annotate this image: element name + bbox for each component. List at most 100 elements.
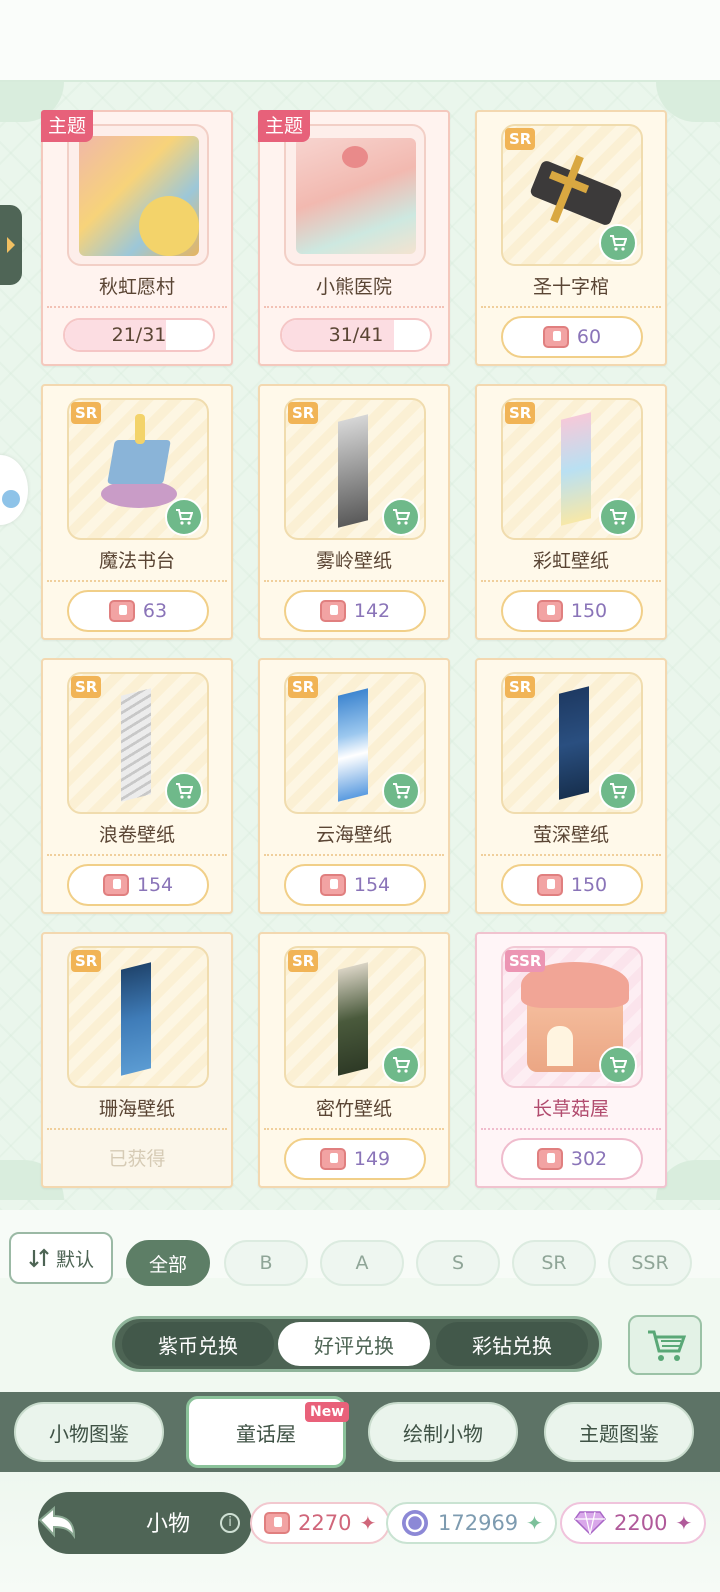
cart-icon[interactable]: [165, 772, 203, 810]
price-button[interactable]: 302: [501, 1138, 643, 1180]
item-name: 雾岭壁纸: [315, 550, 392, 572]
sort-icon: [29, 1248, 49, 1268]
item-card[interactable]: SR 魔法书台 63: [41, 384, 233, 640]
thumb-up-coupon-icon: [319, 1148, 346, 1170]
add-icon[interactable]: ✦: [359, 1511, 376, 1535]
currency-value: 172969: [438, 1511, 519, 1535]
price-button[interactable]: 149: [284, 1138, 426, 1180]
item-name: 彩虹壁纸: [532, 550, 609, 572]
diamond-icon: [574, 1511, 606, 1536]
rarity-tag: SR: [71, 950, 102, 972]
cart-icon[interactable]: [599, 772, 637, 810]
price-button[interactable]: 150: [501, 590, 643, 632]
thumb-up-coupon-icon: [319, 874, 346, 896]
item-card-ssr[interactable]: SSR 长草菇屋 302: [475, 932, 667, 1188]
currency-value: 2270: [298, 1511, 352, 1535]
thumb-up-coupon-icon: [536, 600, 563, 622]
rarity-tag: SR: [288, 402, 319, 424]
rarity-tag: SR: [71, 402, 102, 424]
add-icon[interactable]: ✦: [526, 1511, 543, 1535]
collection-progress-bar: 31/41: [280, 318, 432, 352]
item-thumbnail: [67, 124, 209, 266]
price-button[interactable]: 150: [501, 864, 643, 906]
thumb-up-coupon-icon: [542, 326, 569, 348]
item-name: 云海壁纸: [315, 824, 392, 846]
currency-value: 2200: [614, 1511, 668, 1535]
price-value: 154: [136, 874, 174, 896]
item-card[interactable]: SR 彩虹壁纸 150: [475, 384, 667, 640]
currency-thumb-up[interactable]: 2270 ✦: [250, 1502, 391, 1544]
purple-coin-icon: [402, 1510, 428, 1536]
thumb-up-coupon-icon: [102, 874, 129, 896]
cart-icon[interactable]: [382, 772, 420, 810]
cart-icon[interactable]: [382, 1046, 420, 1084]
item-name: 萤深壁纸: [532, 824, 609, 846]
price-value: 63: [142, 600, 168, 622]
price-value: 154: [353, 874, 391, 896]
tab-theme-catalog[interactable]: 主题图鉴: [544, 1402, 694, 1462]
rarity-tag: SR: [288, 676, 319, 698]
theme-tag: 主题: [41, 110, 94, 142]
price-value: 150: [570, 874, 608, 896]
cart-icon[interactable]: [165, 498, 203, 536]
item-name: 魔法书台: [98, 550, 175, 572]
thumb-up-coupon-icon: [319, 600, 346, 622]
filter-a[interactable]: A: [320, 1240, 404, 1286]
item-card[interactable]: SR 密竹壁纸 149: [258, 932, 450, 1188]
tab-diamond-exchange[interactable]: 彩钻兑换: [436, 1322, 588, 1366]
rarity-tag: SR: [71, 676, 102, 698]
shopping-cart-icon: [648, 1330, 686, 1361]
rarity-tag: SR: [505, 128, 536, 150]
item-card-owned[interactable]: SR 珊海壁纸 已获得: [41, 932, 233, 1188]
item-name: 秋虹愿村: [98, 276, 175, 298]
price-button[interactable]: 154: [284, 864, 426, 906]
thumb-up-coupon-icon: [264, 1512, 290, 1534]
filter-sr[interactable]: SR: [512, 1240, 596, 1286]
item-name: 珊海壁纸: [98, 1098, 175, 1120]
price-value: 142: [353, 600, 391, 622]
price-button[interactable]: 142: [284, 590, 426, 632]
item-name: 密竹壁纸: [315, 1098, 392, 1120]
filter-b[interactable]: B: [224, 1240, 308, 1286]
price-value: 149: [353, 1148, 391, 1170]
progress-text: 31/41: [328, 324, 384, 346]
cart-icon[interactable]: [599, 1046, 637, 1084]
progress-text: 21/31: [111, 324, 167, 346]
cart-icon[interactable]: [382, 498, 420, 536]
item-card[interactable]: SR 萤深壁纸 150: [475, 658, 667, 914]
back-arrow-icon[interactable]: [34, 1502, 78, 1544]
item-card[interactable]: SR 浪卷壁纸 154: [41, 658, 233, 914]
currency-diamond[interactable]: 2200 ✦: [560, 1502, 707, 1544]
price-button[interactable]: 63: [67, 590, 209, 632]
item-name: 长草菇屋: [532, 1098, 609, 1120]
filter-ssr[interactable]: SSR: [608, 1240, 692, 1286]
currency-purple-coin[interactable]: 172969 ✦: [386, 1502, 557, 1544]
shopping-cart-button[interactable]: [628, 1315, 702, 1375]
tab-draw-item[interactable]: 绘制小物: [368, 1402, 518, 1462]
filter-all[interactable]: 全部: [126, 1240, 210, 1286]
thumb-up-coupon-icon: [108, 600, 135, 622]
rarity-tag: SR: [288, 950, 319, 972]
owned-status: 已获得: [108, 1148, 166, 1170]
price-value: 150: [570, 600, 608, 622]
item-card[interactable]: SR 云海壁纸 154: [258, 658, 450, 914]
tab-review-exchange[interactable]: 好评兑换: [278, 1322, 430, 1366]
item-card[interactable]: SR 圣十字棺 60: [475, 110, 667, 366]
cart-icon[interactable]: [599, 498, 637, 536]
item-card[interactable]: SR 雾岭壁纸 142: [258, 384, 450, 640]
tab-item-catalog[interactable]: 小物图鉴: [14, 1402, 164, 1462]
sort-button[interactable]: 默认: [9, 1232, 113, 1284]
info-icon[interactable]: i: [220, 1513, 240, 1533]
price-button[interactable]: 154: [67, 864, 209, 906]
price-button[interactable]: 60: [501, 316, 643, 358]
filter-s[interactable]: S: [416, 1240, 500, 1286]
price-value: 302: [570, 1148, 608, 1170]
item-name: 小熊医院: [315, 276, 392, 298]
add-icon[interactable]: ✦: [675, 1511, 692, 1535]
cart-icon[interactable]: [599, 224, 637, 262]
tab-purple-coin-exchange[interactable]: 紫币兑换: [122, 1322, 274, 1366]
item-card-theme[interactable]: 主题 秋虹愿村 21/31: [41, 110, 233, 366]
item-card-theme[interactable]: 主题 小熊医院 31/41: [258, 110, 450, 366]
rarity-tag: SR: [505, 676, 536, 698]
side-drawer-handle[interactable]: [0, 205, 22, 285]
